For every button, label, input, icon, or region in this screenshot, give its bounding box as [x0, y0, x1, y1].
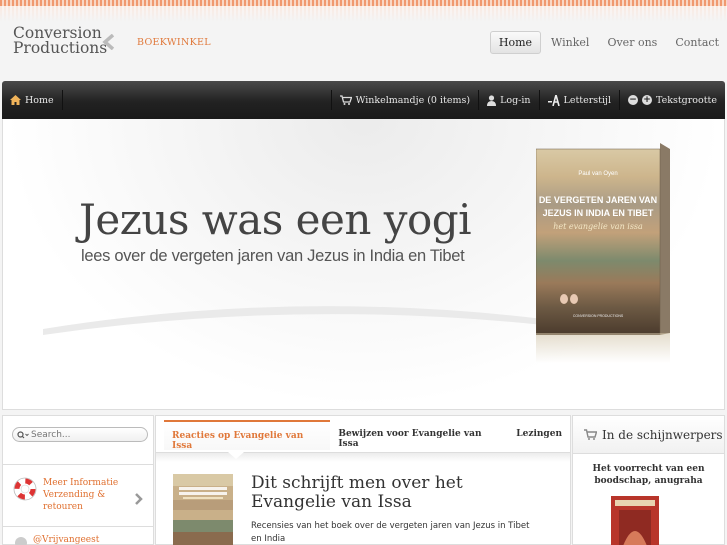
- top-navigation: Home Winkel Over ons Contact: [488, 31, 727, 54]
- toolbar-font-style-label: Letterstijl: [563, 94, 611, 106]
- toolbar-divider: [61, 90, 63, 110]
- site-logo[interactable]: Conversion Productions: [13, 25, 108, 57]
- toolbar-login-label: Log-in: [500, 94, 531, 106]
- toolbar-cart-link[interactable]: Winkelmandje (0 items): [332, 81, 478, 119]
- toolbar-home-link[interactable]: Home: [2, 81, 62, 119]
- hero-book-cover[interactable]: Paul van Oyen DE VERGETEN JAREN VAN JEZU…: [536, 143, 670, 335]
- content-panel: Reacties op Evangelie van Issa Bewijzen …: [155, 415, 571, 545]
- book-subtitle: het evangelie van issa: [553, 222, 643, 231]
- lifebuoy-icon: [13, 477, 37, 505]
- spotlight-header: In de schijnwerpers: [573, 416, 724, 454]
- breadcrumb[interactable]: BOEKWINKEL: [137, 37, 211, 48]
- nav-home[interactable]: Home: [489, 31, 542, 54]
- article-title[interactable]: Dit schrijft men over het Evangelie van …: [251, 474, 551, 512]
- more-info-text: Meer Informatie Verzending & retouren: [43, 477, 118, 513]
- top-stripe-decoration: [0, 0, 727, 22]
- toolbar-login-link[interactable]: Log-in: [479, 81, 538, 119]
- hero-banner[interactable]: Jezus was een yogi lees over de vergeten…: [2, 119, 725, 410]
- cart-icon: [339, 95, 352, 105]
- logo-line-2: Productions: [13, 39, 108, 57]
- more-info-line-2: Verzending &: [43, 490, 106, 500]
- social-handle: @Vrijvangeest: [33, 534, 100, 545]
- tab-bewijzen[interactable]: Bewijzen voor Evangelie van Issa: [330, 420, 508, 450]
- spotlight-heading: In de schijnwerpers: [602, 427, 723, 442]
- search-box: [12, 427, 148, 442]
- social-link[interactable]: @Vrijvangeest: [3, 526, 153, 545]
- article-description: Recensies van het boek over de vergeten …: [251, 521, 530, 544]
- nav-contact[interactable]: Contact: [667, 32, 727, 53]
- toolbar-text-size: − + Tekstgrootte: [620, 81, 725, 119]
- tabs-underline: [156, 452, 570, 462]
- book-publisher: CONVERSION PRODUCTIONS: [573, 314, 624, 318]
- search-icon: [17, 425, 29, 444]
- hero-subtitle: lees over de vergeten jaren van Jezus in…: [81, 247, 465, 265]
- hero-swoosh-decoration: [43, 306, 543, 335]
- plus-icon[interactable]: +: [642, 95, 652, 105]
- tab-lezingen[interactable]: Lezingen: [508, 420, 570, 450]
- book-author: Paul van Oyen: [578, 171, 617, 177]
- minus-icon[interactable]: −: [628, 95, 638, 105]
- search-input[interactable]: [31, 429, 141, 440]
- user-icon: [487, 94, 497, 106]
- toolbar-font-style[interactable]: Letterstijl: [540, 81, 619, 119]
- active-tab-pointer: [228, 452, 244, 459]
- more-info-title: Meer Informatie: [43, 478, 119, 488]
- nav-winkel[interactable]: Winkel: [543, 32, 597, 53]
- more-info-line-3: retouren: [43, 502, 83, 512]
- font-icon: [547, 94, 560, 106]
- book-title-line-2: JEZUS IN INDIA EN TIBET: [543, 208, 654, 218]
- book-reflection-decoration: [536, 333, 670, 363]
- chevron-right-icon: [134, 490, 143, 509]
- spotlight-book-cover[interactable]: [611, 496, 659, 545]
- social-avatar-icon: [15, 530, 27, 545]
- tab-reacties[interactable]: Reacties op Evangelie van Issa: [164, 420, 331, 451]
- nav-over-ons[interactable]: Over ons: [599, 32, 665, 53]
- content-tabs: Reacties op Evangelie van Issa Bewijzen …: [164, 420, 570, 451]
- article-book-thumbnail[interactable]: [173, 474, 233, 545]
- left-sidebar: Meer Informatie Verzending & retouren @V…: [2, 415, 154, 545]
- toolbar-cart-label: Winkelmandje (0 items): [355, 94, 471, 106]
- main-toolbar: Home Winkelmandje (0 items) Log-in Lette…: [2, 81, 725, 119]
- chevron-left-icon: [102, 34, 115, 50]
- home-icon: [10, 95, 21, 105]
- book-title-line-1: DE VERGETEN JAREN VAN: [539, 195, 657, 205]
- right-sidebar: In de schijnwerpers Het voorrecht van ee…: [572, 415, 725, 545]
- spotlight-title[interactable]: Het voorrecht van een boodschap, anugrah…: [573, 463, 724, 487]
- hero-title: Jezus was een yogi: [79, 195, 472, 244]
- toolbar-home-label: Home: [25, 94, 54, 106]
- toolbar-text-size-label: Tekstgrootte: [656, 94, 717, 106]
- cart-icon: [584, 429, 597, 440]
- more-info-link[interactable]: Meer Informatie Verzending & retouren: [3, 465, 153, 525]
